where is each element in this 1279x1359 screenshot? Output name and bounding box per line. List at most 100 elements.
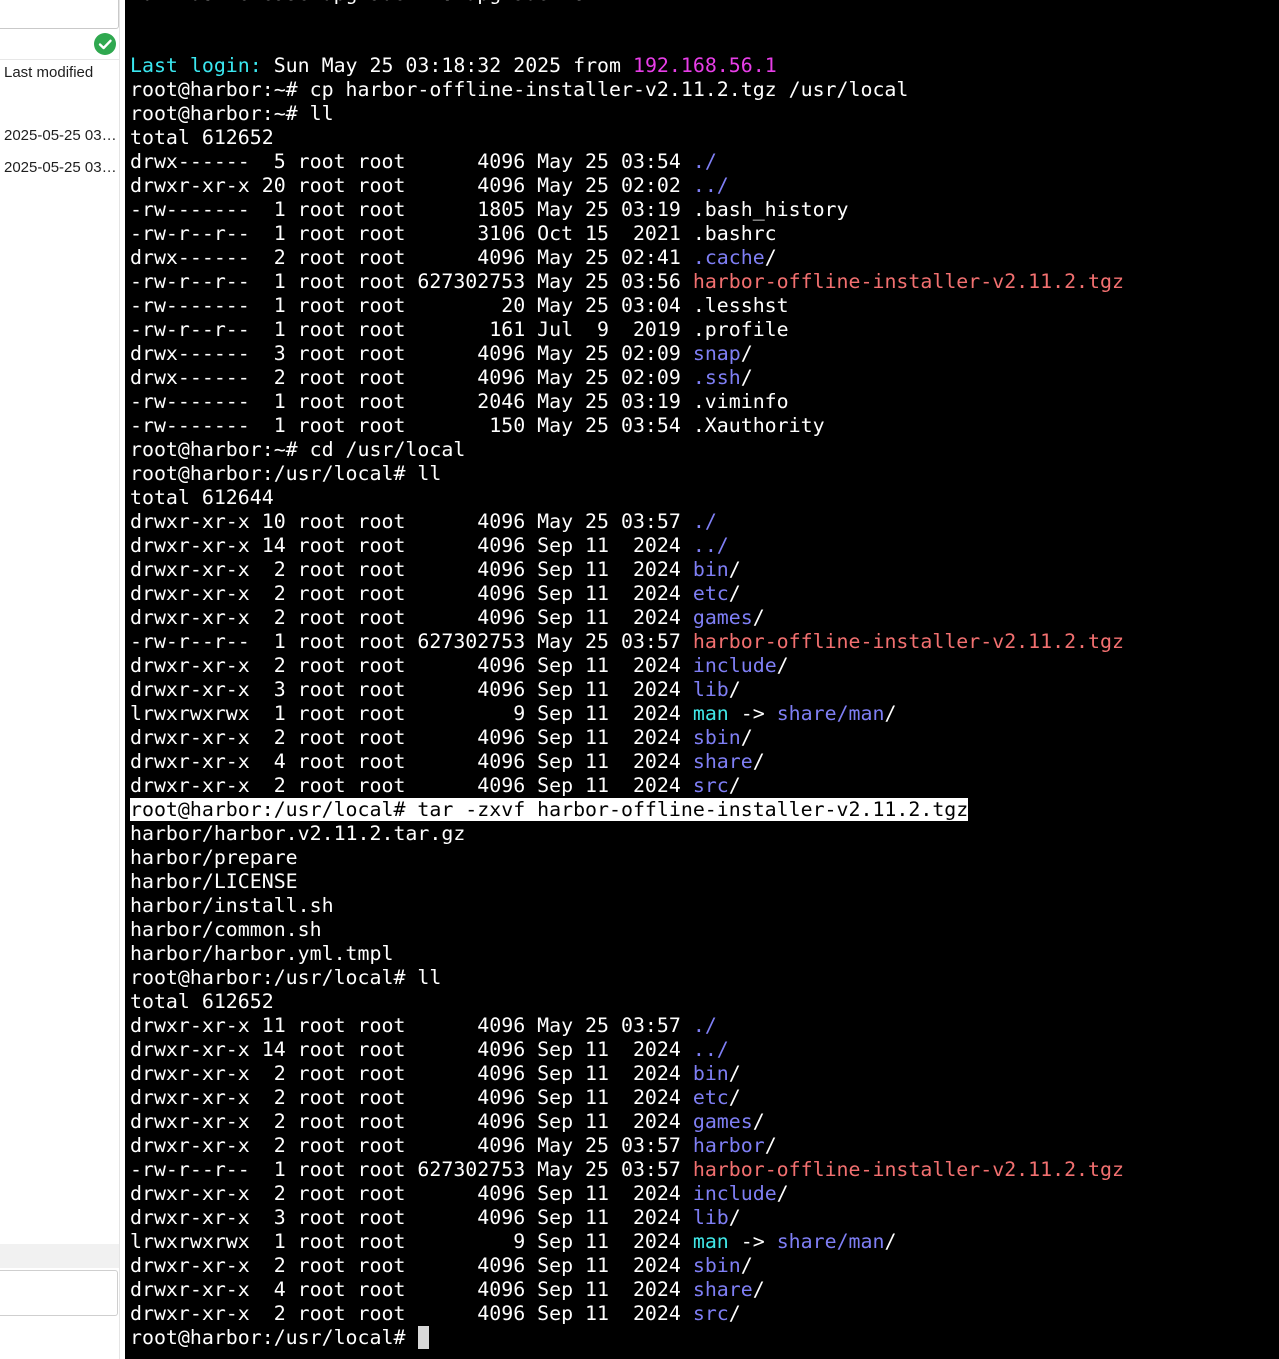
terminal-line: drwxr-xr-x 3 root root 4096 Sep 11 2024 … [130, 1206, 1124, 1230]
terminal-text-segment: / [728, 1062, 741, 1085]
terminal-line: harbor/common.sh [130, 918, 1124, 942]
terminal-line-text: drwxr-xr-x 2 root root 4096 Sep 11 2024 … [130, 1062, 741, 1085]
terminal-text-segment: harbor [692, 1134, 765, 1157]
terminal-text-segment: / [728, 1302, 741, 1325]
terminal-line: drwxr-xr-x 2 root root 4096 Sep 11 2024 … [130, 726, 1124, 750]
terminal-line: drwxr-xr-x 2 root root 4096 Sep 11 2024 … [130, 1254, 1124, 1278]
terminal-text-segment: drwx------ 3 root root 4096 May 25 02:09 [130, 342, 693, 365]
terminal-text-segment: -rw-r--r-- 1 root root 3106 Oct 15 2021 … [130, 222, 777, 245]
terminal-line-text: lrwxrwxrwx 1 root root 9 Sep 11 2024 man… [130, 702, 896, 725]
terminal-text-segment: drwxr-xr-x 2 root root 4096 Sep 11 2024 [130, 1254, 693, 1277]
terminal-line: harbor/prepare [130, 846, 1124, 870]
terminal-line: -rw-r--r-- 1 root root 161 Jul 9 2019 .p… [130, 318, 1124, 342]
terminal-window[interactable]: Run 'do-release-upgrade' to upgrade to i… [125, 0, 1279, 1359]
terminal-line: drwxr-xr-x 2 root root 4096 Sep 11 2024 … [130, 558, 1124, 582]
terminal-text-segment: snap [692, 342, 741, 365]
terminal-text-segment: man [692, 702, 729, 725]
terminal-text-segment: / [740, 366, 753, 389]
terminal-text-segment: / [776, 1182, 789, 1205]
terminal-text-segment: drwxr-xr-x 2 root root 4096 Sep 11 2024 [130, 558, 693, 581]
terminal-text-segment: / [740, 342, 753, 365]
terminal-text-segment: drwxr-xr-x 2 root root 4096 Sep 11 2024 [130, 774, 693, 797]
terminal-text-segment: drwxr-xr-x 2 root root 4096 Sep 11 2024 [130, 726, 693, 749]
file-modified-date[interactable]: 2025-05-25 03:57 [4, 127, 117, 144]
file-modified-date[interactable]: 2025-05-25 03:57 [4, 159, 117, 176]
terminal-text-segment: total 612652 [130, 126, 274, 149]
terminal-line-text: drwxr-xr-x 2 root root 4096 May 25 03:57… [130, 1134, 777, 1157]
selected-command[interactable]: root@harbor:/usr/local# tar -zxvf harbor… [130, 798, 969, 821]
terminal-text-segment: root@harbor:~# ll [130, 102, 334, 125]
terminal-text-segment: / [728, 774, 741, 797]
terminal-line-text: drwxr-xr-x 2 root root 4096 Sep 11 2024 … [130, 606, 765, 629]
terminal-line: drwxr-xr-x 4 root root 4096 Sep 11 2024 … [130, 1278, 1124, 1302]
terminal-line: drwxr-xr-x 2 root root 4096 Sep 11 2024 … [130, 654, 1124, 678]
terminal-text-segment: / [764, 1134, 777, 1157]
sync-ok-icon [94, 33, 116, 55]
terminal-text-segment: drwxr-xr-x 14 root root 4096 Sep 11 2024 [130, 534, 693, 557]
terminal-line: Last login: Sun May 25 03:18:32 2025 fro… [130, 54, 1124, 78]
terminal-line: -rw-r--r-- 1 root root 627302753 May 25 … [130, 1158, 1124, 1182]
terminal-text-segment: / [764, 246, 777, 269]
terminal-text-segment: / [752, 1110, 765, 1133]
terminal-text-segment: / [728, 558, 741, 581]
terminal-text-segment: include [692, 654, 777, 677]
terminal-line-text: drwxr-xr-x 14 root root 4096 Sep 11 2024… [130, 1038, 729, 1061]
terminal-line: harbor/harbor.v2.11.2.tar.gz [130, 822, 1124, 846]
terminal-text-segment: harbor-offline-installer-v2.11.2.tgz [692, 270, 1124, 293]
terminal-prompt-line[interactable]: root@harbor:/usr/local# [130, 1326, 1124, 1350]
terminal-text-segment: harbor/prepare [130, 846, 298, 869]
file-name-field[interactable] [0, 0, 119, 29]
terminal-line-text: harbor/install.sh [130, 894, 334, 917]
terminal-line-text: drwxr-xr-x 2 root root 4096 Sep 11 2024 … [130, 582, 741, 605]
terminal-text-segment: root@harbor:/usr/local# ll [130, 966, 442, 989]
terminal-line: root@harbor:/usr/local# ll [130, 966, 1124, 990]
terminal-line: root@harbor:~# ll [130, 102, 1124, 126]
terminal-text-segment: / [752, 606, 765, 629]
terminal-line: total 612652 [130, 126, 1124, 150]
terminal-line-text: -rw-r--r-- 1 root root 3106 Oct 15 2021 … [130, 222, 777, 245]
terminal-line-text: harbor/common.sh [130, 918, 322, 941]
terminal-line-text: root@harbor:/usr/local# ll [130, 462, 441, 485]
panel-bottom-field[interactable] [0, 1270, 118, 1316]
terminal-line-text: harbor/LICENSE [130, 870, 298, 893]
terminal-text-segment: lrwxrwxrwx 1 root root 9 Sep 11 2024 [130, 702, 693, 725]
terminal-text-segment: harbor/LICENSE [130, 870, 298, 893]
terminal-text-segment: drwxr-xr-x 2 root root 4096 Sep 11 2024 [130, 1062, 693, 1085]
terminal-text-segment: drwx------ 5 root root 4096 May 25 03:54 [130, 150, 693, 173]
terminal-text-segment: drwxr-xr-x 2 root root 4096 Sep 11 2024 [130, 654, 693, 677]
terminal-text-segment: harbor/common.sh [130, 918, 322, 941]
terminal-line: drwxr-xr-x 20 root root 4096 May 25 02:0… [130, 174, 1124, 198]
terminal-line: -rw-r--r-- 1 root root 627302753 May 25 … [130, 630, 1124, 654]
last-modified-column-header[interactable]: Last modified [4, 64, 93, 81]
terminal-text-segment: root@harbor:/usr/local# [130, 1326, 418, 1349]
file-list-panel: Last modified 2025-05-25 03:57 2025-05-2… [0, 0, 120, 1359]
terminal-line-text: drwx------ 2 root root 4096 May 25 02:09… [130, 366, 753, 389]
terminal-text-segment: share/man [776, 1230, 885, 1253]
terminal-line: drwxr-xr-x 2 root root 4096 Sep 11 2024 … [130, 774, 1124, 798]
terminal-text-segment: / [728, 1206, 741, 1229]
terminal-text-segment: drwxr-xr-x 11 root root 4096 May 25 03:5… [130, 1014, 693, 1037]
terminal-text-segment: drwxr-xr-x 10 root root 4096 May 25 03:5… [130, 510, 693, 533]
terminal-line-text: drwxr-xr-x 2 root root 4096 Sep 11 2024 … [130, 1086, 741, 1109]
terminal-text-segment: -rw-r--r-- 1 root root 627302753 May 25 … [130, 1158, 693, 1181]
terminal-text-segment: / [740, 726, 753, 749]
terminal-text-segment: total 612644 [130, 486, 274, 509]
terminal-line-text: -rw-r--r-- 1 root root 161 Jul 9 2019 .p… [130, 318, 789, 341]
panel-status-strip [0, 1244, 119, 1268]
terminal-line: -rw------- 1 root root 2046 May 25 03:19… [130, 390, 1124, 414]
terminal-text-segment: src [692, 774, 729, 797]
terminal-line-text: -rw------- 1 root root 2046 May 25 03:19… [130, 390, 789, 413]
terminal-text-segment: ./ [692, 510, 717, 533]
terminal-line: root@harbor:/usr/local# ll [130, 462, 1124, 486]
terminal-text-segment: drwxr-xr-x 2 root root 4096 Sep 11 2024 [130, 606, 693, 629]
terminal-text-segment: lrwxrwxrwx 1 root root 9 Sep 11 2024 [130, 1230, 693, 1253]
terminal-line: drwxr-xr-x 4 root root 4096 Sep 11 2024 … [130, 750, 1124, 774]
terminal-text-segment: share [692, 750, 753, 773]
terminal-line-text: total 612652 [130, 126, 274, 149]
terminal-text-segment: ../ [692, 534, 729, 557]
terminal-line-text: Run 'do-release-upgrade' to upgrade to i… [130, 0, 633, 5]
terminal-line-text: -rw------- 1 root root 20 May 25 03:04 .… [130, 294, 789, 317]
terminal-line: drwxr-xr-x 10 root root 4096 May 25 03:5… [130, 510, 1124, 534]
terminal-text-segment: drwxr-xr-x 2 root root 4096 Sep 11 2024 [130, 1182, 693, 1205]
